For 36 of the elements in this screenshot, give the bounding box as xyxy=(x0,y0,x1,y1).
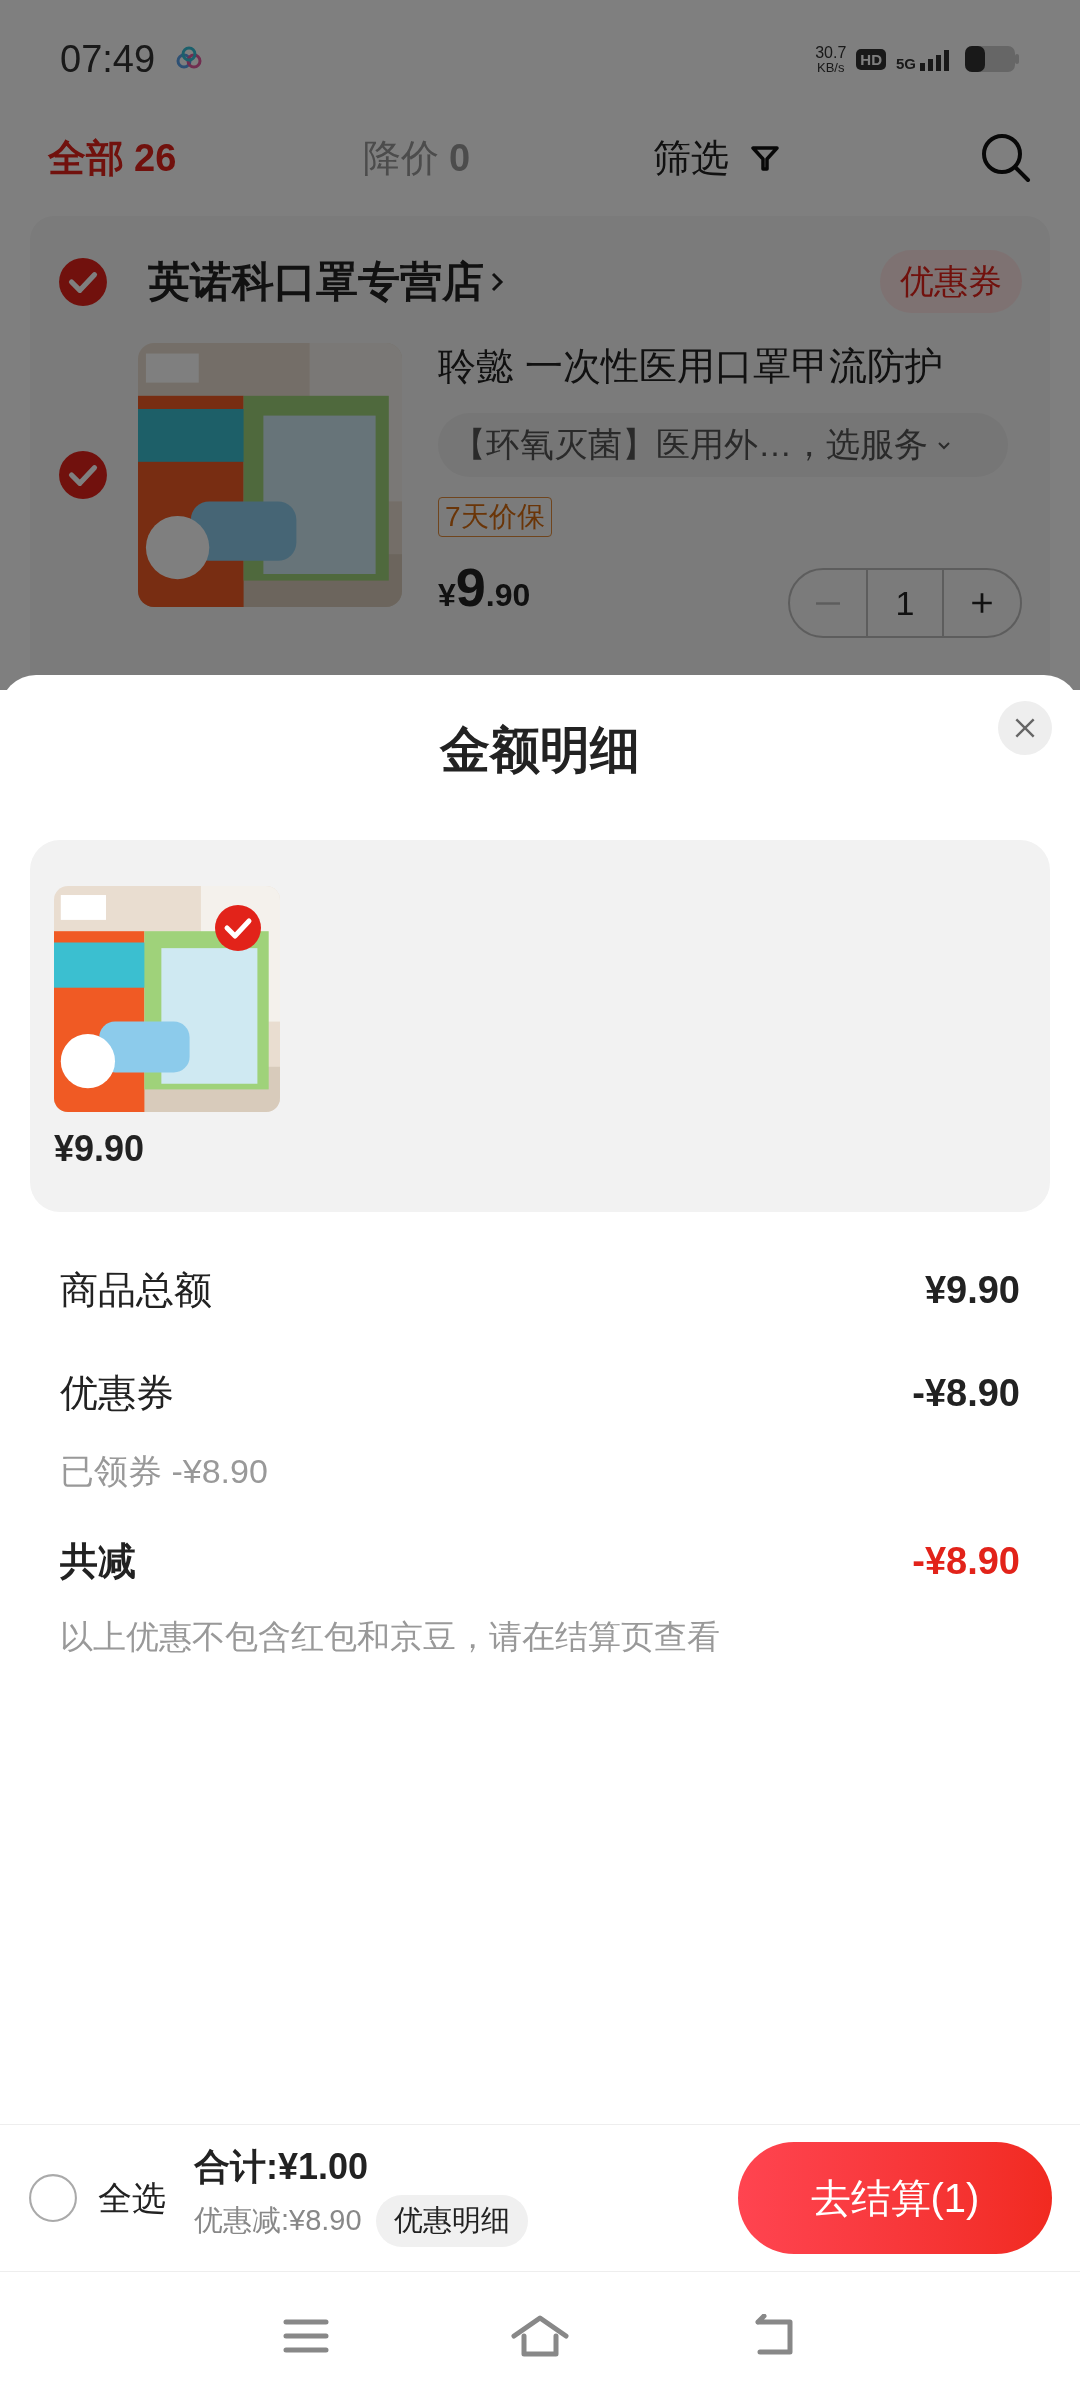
network-speed: 30.7 xyxy=(815,44,847,61)
spec-selector[interactable]: 【环氧灭菌】医用外…，选服务 xyxy=(438,412,1008,477)
checkbox[interactable] xyxy=(28,2173,78,2223)
discount-note: 以上优惠不包含红包和京豆，请在结算页查看 xyxy=(60,1617,721,1657)
price-protect-badge: 7天价保 xyxy=(438,496,552,537)
filter-button[interactable]: 筛选 xyxy=(653,129,781,187)
store-name[interactable]: 英诺科口罩专营店 xyxy=(148,250,484,313)
battery-icon xyxy=(964,45,1020,73)
status-time: 07:49 xyxy=(60,36,156,82)
total-price: 合计:¥1.00 xyxy=(194,2149,370,2186)
row-amount: -¥8.90 xyxy=(912,1539,1020,1584)
sheet-title: 金额明细 xyxy=(440,725,640,780)
checkbox[interactable] xyxy=(214,904,262,952)
coupon-button[interactable]: 优惠券 xyxy=(880,250,1022,313)
row-label: 商品总额 xyxy=(60,1268,212,1313)
search-icon[interactable] xyxy=(980,132,1032,184)
product-title[interactable]: 聆懿 一次性医用口罩甲流防护 xyxy=(438,343,1022,391)
hd-badge: HD xyxy=(856,48,886,70)
checkbox[interactable] xyxy=(58,450,108,500)
plus-icon xyxy=(969,590,995,616)
network-type: 5G xyxy=(896,56,916,71)
product-price: ¥9.90 xyxy=(54,1127,146,1171)
row-amount: ¥9.90 xyxy=(924,1268,1020,1313)
row-label: 优惠券 xyxy=(60,1371,174,1416)
row-detail: 已领券 -¥8.90 xyxy=(60,1451,269,1492)
checkbox[interactable] xyxy=(58,256,108,307)
network-speed-unit: KB/s xyxy=(817,60,845,74)
checkout-button[interactable]: 去结算(1) xyxy=(738,2142,1052,2254)
discount-details-button[interactable]: 优惠明细 xyxy=(375,2195,528,2247)
product-price: ¥9.90 xyxy=(438,556,531,619)
row-label: 共减 xyxy=(60,1539,136,1584)
home-icon[interactable] xyxy=(510,2314,570,2358)
discount-amount: 优惠减:¥8.90 xyxy=(194,2203,362,2239)
tab[interactable]: 全部 26 xyxy=(48,129,363,187)
select-all-button[interactable]: 全选 xyxy=(28,2172,166,2224)
row-amount: -¥8.90 xyxy=(912,1371,1020,1416)
